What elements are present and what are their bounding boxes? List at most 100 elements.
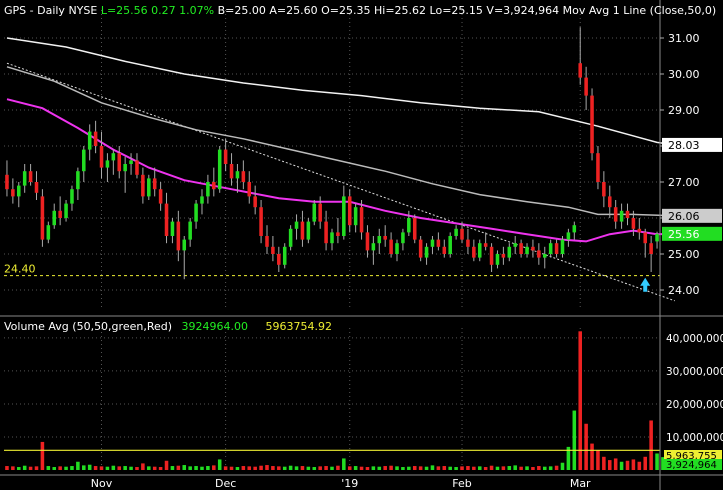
volume-bar [253, 466, 257, 470]
time-tick-label: Mar [570, 477, 591, 490]
volume-bar [548, 466, 553, 470]
volume-bar [619, 461, 624, 470]
volume-bar [477, 466, 482, 470]
candle-body [643, 232, 647, 244]
ask-price: A=25.60 [269, 4, 318, 17]
candle-body [5, 174, 9, 190]
candle-body [93, 131, 98, 146]
candle-body [182, 239, 187, 251]
volume-bar [93, 466, 98, 470]
volume-bar [265, 465, 269, 470]
change-percent: 1.07% [179, 4, 215, 17]
candle-body [52, 210, 57, 226]
candle-body [454, 228, 458, 236]
indicator-label: Mov Avg 1 Line (Close,50,0) [562, 4, 717, 17]
volume-bar [117, 466, 122, 470]
candle-body [566, 232, 571, 240]
volume-bar [99, 466, 104, 470]
volume-bar [306, 466, 311, 470]
candle-body [259, 207, 263, 236]
volume-bar [288, 465, 293, 470]
volume-bar [365, 467, 370, 470]
volume-bar [389, 465, 393, 470]
volume-tick-label: 20,000,000 [666, 399, 723, 411]
volume-bar [277, 466, 281, 470]
candle-body [164, 203, 169, 236]
candle-body [17, 185, 21, 197]
candle-body [353, 207, 358, 226]
candle-body [170, 221, 175, 236]
candle-body [483, 243, 488, 247]
candle-body [519, 243, 523, 254]
volume-bar [135, 467, 139, 470]
candle-body [584, 77, 588, 96]
candle-body [637, 228, 642, 233]
volume-bar [472, 466, 476, 470]
candle-body [631, 218, 636, 229]
candle-body [472, 246, 476, 258]
volume-bar [111, 465, 116, 470]
candle-body [247, 182, 252, 197]
support-label: 24.40 [4, 263, 36, 276]
low-price: Lo=25.15 [429, 4, 483, 17]
candle-body [82, 149, 86, 172]
volume-bar [324, 466, 328, 470]
candle-body [607, 196, 612, 208]
candle-body [105, 160, 110, 168]
volume-bar [229, 466, 234, 470]
volume-bar [259, 465, 263, 470]
candle-body [554, 243, 559, 254]
volume-avg-label: Volume Avg (50,50,green,Red) [4, 320, 173, 333]
candle-body [330, 232, 334, 244]
volume-bar [342, 458, 346, 470]
candle-body [436, 239, 441, 247]
candle-body [34, 182, 39, 193]
candle-body [22, 171, 27, 186]
volume-bar [82, 465, 86, 470]
candle-body [306, 221, 311, 240]
volume-bar [152, 466, 157, 470]
volume-value: V=3,924,964 [486, 4, 560, 17]
candle-body [531, 246, 535, 251]
volume-bar [407, 466, 411, 470]
change-value: 0.27 [151, 4, 176, 17]
volume-bar [401, 467, 405, 470]
volume-bar [70, 466, 74, 470]
volume-bar [560, 462, 565, 470]
candle-body [217, 149, 222, 190]
volume-bar [537, 466, 541, 470]
volume-bar [11, 466, 15, 470]
volume-bar [40, 441, 45, 470]
volume-bar [300, 466, 305, 470]
volume-bar [58, 466, 62, 470]
candle-body [655, 233, 659, 242]
volume-bar [542, 466, 547, 470]
candle-body [28, 171, 33, 182]
candle-body [265, 236, 269, 247]
candle-body [212, 182, 216, 190]
volume-bar [377, 466, 382, 470]
candle-body [572, 225, 577, 233]
volume-bar [424, 466, 429, 470]
candle-body [542, 254, 547, 258]
candle-body [223, 149, 228, 164]
candle-body [288, 228, 293, 247]
candle-body [123, 164, 127, 172]
volume-bar [164, 460, 169, 470]
candle-body [495, 254, 500, 265]
volume-bar [519, 466, 523, 470]
volume-bar [217, 459, 222, 470]
volume-bar [87, 464, 92, 470]
volume-bar [554, 465, 559, 470]
volume-bar [578, 331, 582, 470]
candle-body [448, 236, 452, 254]
volume-bar [312, 467, 317, 470]
volume-bar [194, 466, 198, 470]
volume-bar [483, 467, 488, 470]
volume-bar [271, 466, 275, 470]
price-tag-label: 26.06 [668, 210, 700, 223]
volume-bar [525, 466, 529, 470]
volume-header: Volume Avg (50,50,green,Red) 3924964.00 … [4, 320, 332, 333]
candle-body [507, 246, 512, 258]
volume-bar [655, 453, 659, 470]
